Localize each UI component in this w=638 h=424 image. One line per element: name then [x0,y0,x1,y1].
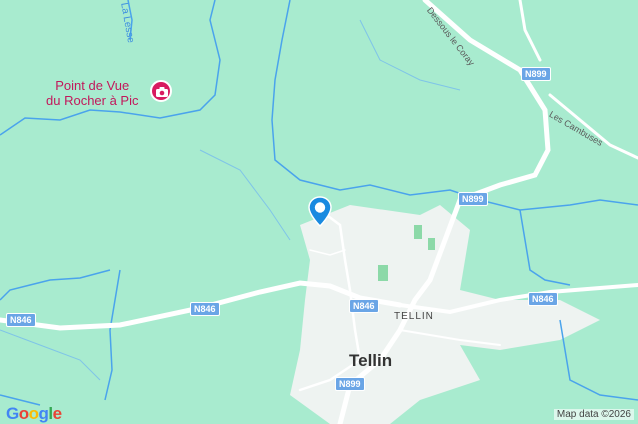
poi-name-line2: du Rocher à Pic [46,93,139,108]
town-label[interactable]: Tellin [349,352,392,369]
road-shield-n846-left[interactable]: N846 [190,302,220,316]
road-shield-n846-right[interactable]: N846 [528,292,558,306]
road-shield-n899-top[interactable]: N899 [521,67,551,81]
map-attribution[interactable]: Map data ©2026 [553,409,634,420]
poi-name-line1: Point de Vue [55,78,130,93]
camera-icon[interactable] [150,80,172,102]
road-shield-n846-center[interactable]: N846 [349,299,379,313]
poi-label[interactable]: Point de Vue du Rocher à Pic [46,78,139,108]
map-canvas[interactable]: La Lesse Dessous le Coray Les Cambuses P… [0,0,638,424]
locality-label: TELLIN [394,311,434,322]
road-shield-n899-bottom[interactable]: N899 [335,377,365,391]
road-shield-n899-mid[interactable]: N899 [458,192,488,206]
location-pin-icon[interactable] [307,195,333,234]
google-logo: Google [6,404,62,423]
road-shield-n846-west[interactable]: N846 [6,313,36,327]
